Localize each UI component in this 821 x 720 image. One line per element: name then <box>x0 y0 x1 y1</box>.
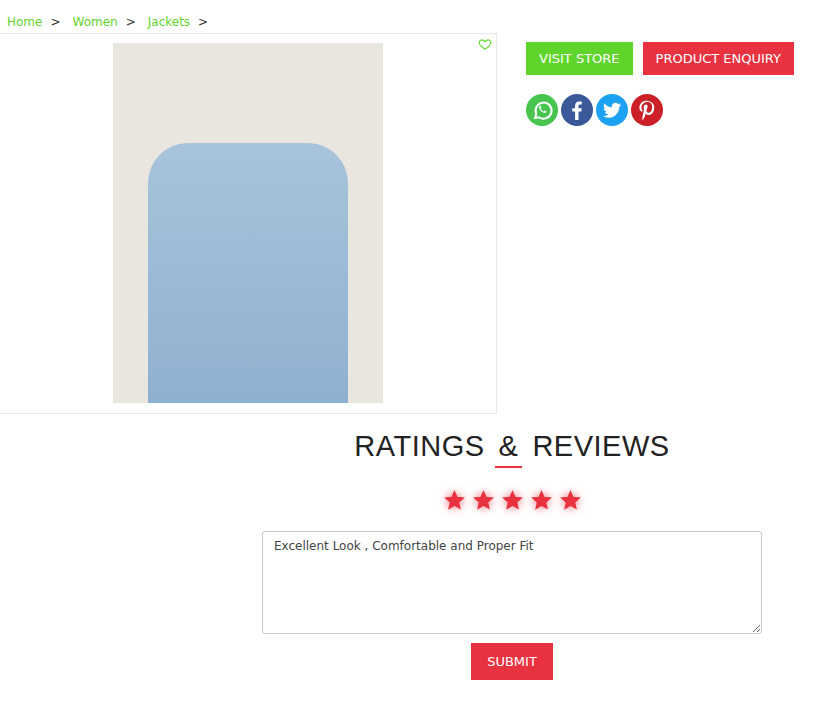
whatsapp-icon[interactable] <box>526 94 558 126</box>
pinterest-icon[interactable] <box>631 94 663 126</box>
breadcrumb-separator: > <box>126 15 136 33</box>
breadcrumb: Home > Women > Jackets > <box>0 0 821 33</box>
breadcrumb-link[interactable]: Women <box>73 15 118 33</box>
star-icon[interactable] <box>560 490 581 511</box>
product-page: Home > Women > Jackets > VISIT STORE PRODUCT EN… <box>0 0 821 720</box>
section-heading: RATINGS&REVIEWS <box>354 430 669 468</box>
heart-icon[interactable] <box>478 37 492 51</box>
star-icon[interactable] <box>502 490 523 511</box>
star-icon[interactable] <box>473 490 494 511</box>
ratings-reviews: RATINGS&REVIEWS SUBMIT <box>262 414 762 680</box>
review-textarea[interactable] <box>262 531 762 634</box>
star-icon[interactable] <box>444 490 465 511</box>
submit-button[interactable]: SUBMIT <box>471 643 553 680</box>
action-button[interactable]: PRODUCT ENQUIRY <box>643 42 794 75</box>
share-icons <box>526 94 794 126</box>
breadcrumb-link[interactable]: Jackets <box>148 15 190 33</box>
facebook-icon[interactable] <box>561 94 593 126</box>
product-actions: VISIT STORE PRODUCT ENQUIRY <box>526 33 794 414</box>
product-image-box <box>0 33 497 414</box>
star-rating[interactable] <box>444 490 581 511</box>
product-photo[interactable] <box>113 43 383 403</box>
breadcrumb-separator: > <box>50 15 60 33</box>
breadcrumb-separator: > <box>198 15 208 33</box>
star-icon[interactable] <box>531 490 552 511</box>
breadcrumb-link[interactable]: Home <box>7 15 42 33</box>
twitter-icon[interactable] <box>596 94 628 126</box>
action-button[interactable]: VISIT STORE <box>526 42 633 75</box>
